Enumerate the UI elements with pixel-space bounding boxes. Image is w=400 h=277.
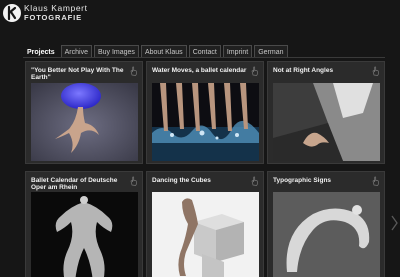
project-card[interactable]: Typographic Signs <box>267 171 385 277</box>
site-name: Klaus Kampert <box>24 3 88 13</box>
project-card[interactable]: Ballet Calendar of Deutsche Oper am Rhei… <box>25 171 143 277</box>
project-card[interactable]: Water Moves, a ballet calendar <box>146 61 264 164</box>
project-image[interactable] <box>273 192 380 277</box>
logo-mark-icon <box>3 4 21 22</box>
project-image[interactable] <box>273 83 380 161</box>
project-title[interactable]: Not at Right Angles <box>273 67 369 74</box>
chevron-right-icon[interactable] <box>391 215 399 231</box>
project-image[interactable] <box>31 192 138 277</box>
hand-pointer-icon <box>251 66 258 76</box>
hand-pointer-icon <box>372 66 379 76</box>
figure-in-light-corner-icon <box>273 83 380 161</box>
hand-pointer-icon <box>372 176 379 186</box>
project-card[interactable]: Dancing the Cubes <box>146 171 264 277</box>
project-title[interactable]: Dancing the Cubes <box>152 177 248 184</box>
project-title[interactable]: Ballet Calendar of Deutsche Oper am Rhei… <box>31 177 127 191</box>
project-card[interactable]: Not at Right Angles <box>267 61 385 164</box>
dancer-with-blue-globe-icon <box>31 83 138 161</box>
project-title[interactable]: Typographic Signs <box>273 177 369 184</box>
project-card[interactable]: "You Better Not Play With The Earth" <box>25 61 143 164</box>
project-image[interactable] <box>152 192 259 277</box>
project-title[interactable]: "You Better Not Play With The Earth" <box>31 67 127 81</box>
project-title[interactable]: Water Moves, a ballet calendar <box>152 67 248 74</box>
symmetric-dancers-icon <box>31 192 138 277</box>
site-subtitle: FOTOGRAFIE <box>24 13 83 22</box>
curved-figure-icon <box>273 192 380 277</box>
hand-pointer-icon <box>251 176 258 186</box>
dancers-legs-in-water-icon <box>152 83 259 161</box>
dancer-on-cubes-icon <box>152 192 259 277</box>
site-logo[interactable]: Klaus Kampert FOTOGRAFIE <box>2 2 88 24</box>
hand-pointer-icon <box>130 66 137 76</box>
nav-divider <box>23 57 385 58</box>
project-image[interactable] <box>31 83 138 161</box>
hand-pointer-icon <box>130 176 137 186</box>
project-image[interactable] <box>152 83 259 161</box>
